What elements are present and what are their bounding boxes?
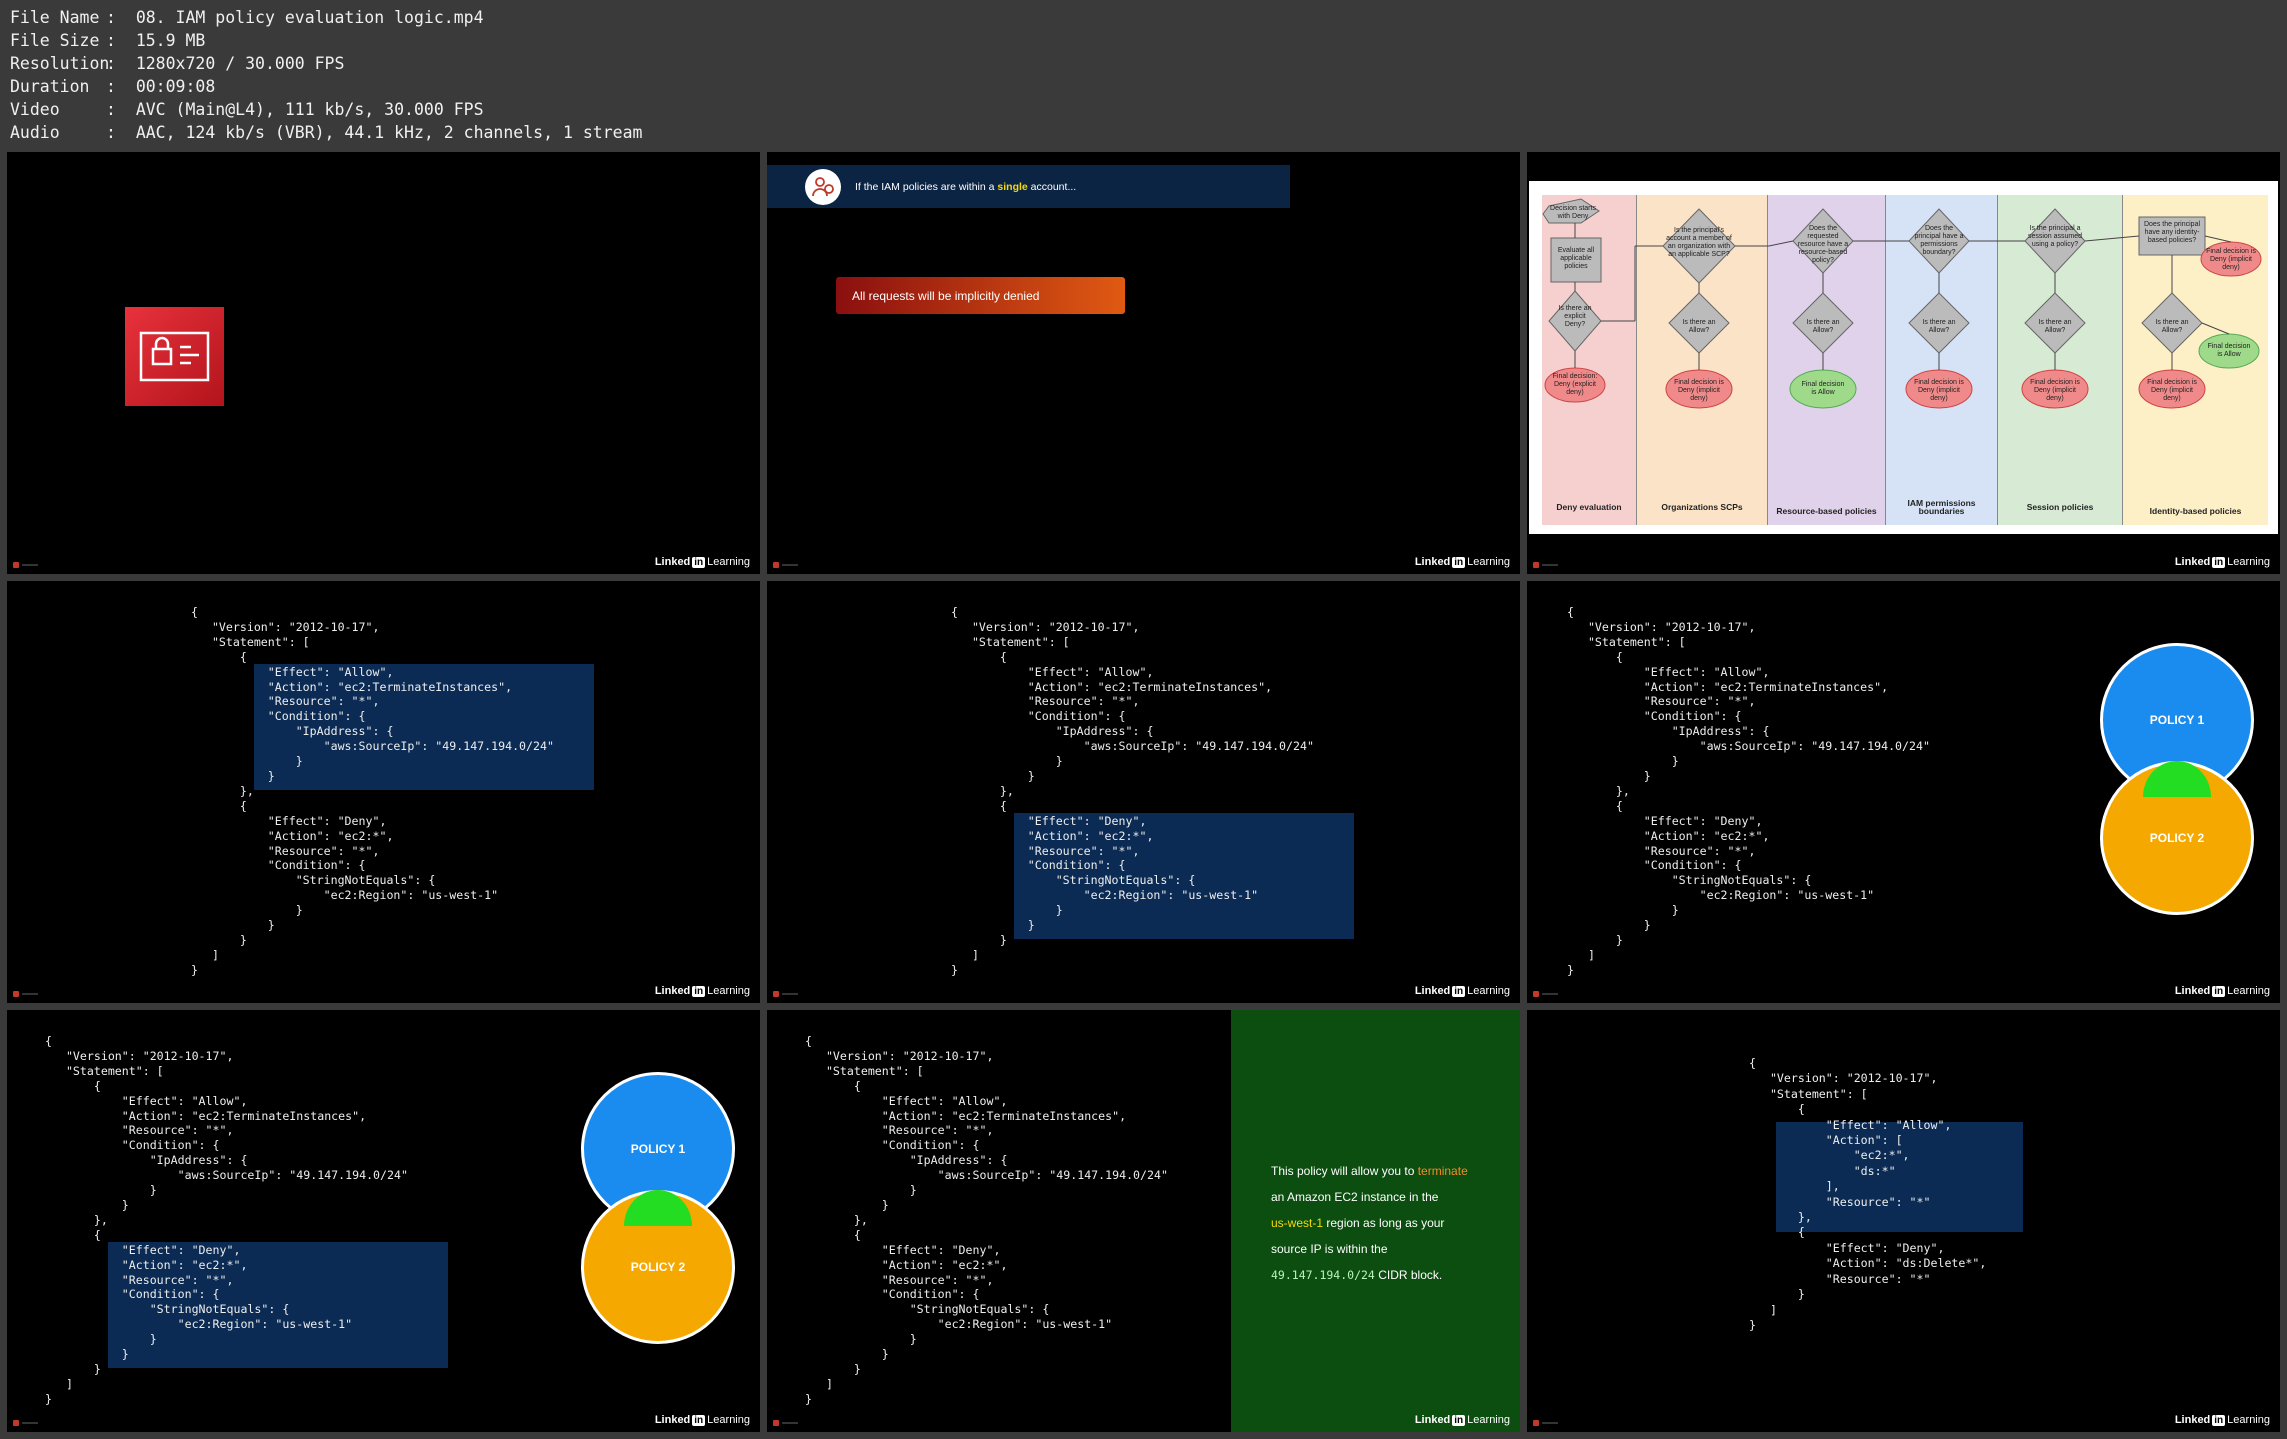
course-mark-icon	[13, 991, 39, 997]
linkedin-learning-logo: Linked in Learning	[2174, 556, 2270, 568]
thumbnail-4[interactable]: { "Version": "2012-10-17", "Statement": …	[7, 581, 760, 1003]
implicit-deny-callout: All requests will be implicitly denied	[836, 277, 1125, 314]
policy-json: { "Version": "2012-10-17", "Statement": …	[45, 1034, 408, 1406]
policy-json: { "Version": "2012-10-17", "Statement": …	[1749, 1056, 1987, 1332]
thumbnail-2[interactable]: If the IAM policies are within a single …	[767, 152, 1520, 574]
linkedin-learning-logo: Linked in Learning	[2174, 1414, 2270, 1426]
course-mark-icon	[1533, 1420, 1559, 1426]
thumbnail-1[interactable]: Linked in Learning	[7, 152, 760, 574]
course-mark-icon	[773, 991, 799, 997]
linkedin-learning-logo: Linked in Learning	[1414, 985, 1510, 997]
file-info-row: Duration: 00:09:08	[10, 77, 216, 96]
thumbnail-7[interactable]: { "Version": "2012-10-17", "Statement": …	[7, 1010, 760, 1432]
policy-json: { "Version": "2012-10-17", "Statement": …	[1567, 605, 1930, 977]
iam-icon	[125, 307, 224, 406]
thumbnail-5[interactable]: { "Version": "2012-10-17", "Statement": …	[767, 581, 1520, 1003]
linkedin-learning-logo: Linked in Learning	[2174, 985, 2270, 997]
principal-icon	[805, 168, 841, 205]
thumbnail-6[interactable]: { "Version": "2012-10-17", "Statement": …	[1527, 581, 2280, 1003]
linkedin-learning-logo: Linked in Learning	[654, 556, 750, 568]
file-info-row: File Name: 08. IAM policy evaluation log…	[10, 8, 484, 27]
course-mark-icon	[1533, 991, 1559, 997]
flowchart: Deny evaluation Organizations SCPs Resou…	[1529, 181, 2278, 534]
thumbnail-8[interactable]: { "Version": "2012-10-17", "Statement": …	[767, 1010, 1520, 1432]
thumbnail-9[interactable]: { "Version": "2012-10-17", "Statement": …	[1527, 1010, 2280, 1432]
file-info-row: File Size: 15.9 MB	[10, 31, 206, 50]
thumbnail-3[interactable]: Deny evaluation Organizations SCPs Resou…	[1527, 152, 2280, 574]
file-info-row: Video: AVC (Main@L4), 111 kb/s, 30.000 F…	[10, 100, 484, 119]
course-mark-icon	[773, 1420, 799, 1426]
file-info-panel: File Name: 08. IAM policy evaluation log…	[10, 6, 642, 144]
course-mark-icon	[773, 562, 799, 568]
banner-text: If the IAM policies are within a single …	[855, 180, 1077, 193]
course-mark-icon	[13, 1420, 39, 1426]
policy-json: { "Version": "2012-10-17", "Statement": …	[951, 605, 1314, 977]
course-mark-icon	[13, 562, 39, 568]
file-info-row: Audio: AAC, 124 kb/s (VBR), 44.1 kHz, 2 …	[10, 123, 643, 142]
linkedin-learning-logo: Linked in Learning	[654, 1414, 750, 1426]
linkedin-learning-logo: Linked in Learning	[1414, 556, 1510, 568]
policy-json: { "Version": "2012-10-17", "Statement": …	[191, 605, 554, 977]
linkedin-learning-logo: Linked in Learning	[654, 985, 750, 997]
policy-json: { "Version": "2012-10-17", "Statement": …	[805, 1034, 1168, 1406]
banner: If the IAM policies are within a single …	[767, 165, 1290, 208]
course-mark-icon	[1533, 562, 1559, 568]
linkedin-learning-logo: Linked in Learning	[1414, 1414, 1510, 1426]
file-info-row: Resolution: 1280x720 / 30.000 FPS	[10, 54, 345, 73]
explanation-panel: This policy will allow you to terminate …	[1231, 1010, 1520, 1432]
